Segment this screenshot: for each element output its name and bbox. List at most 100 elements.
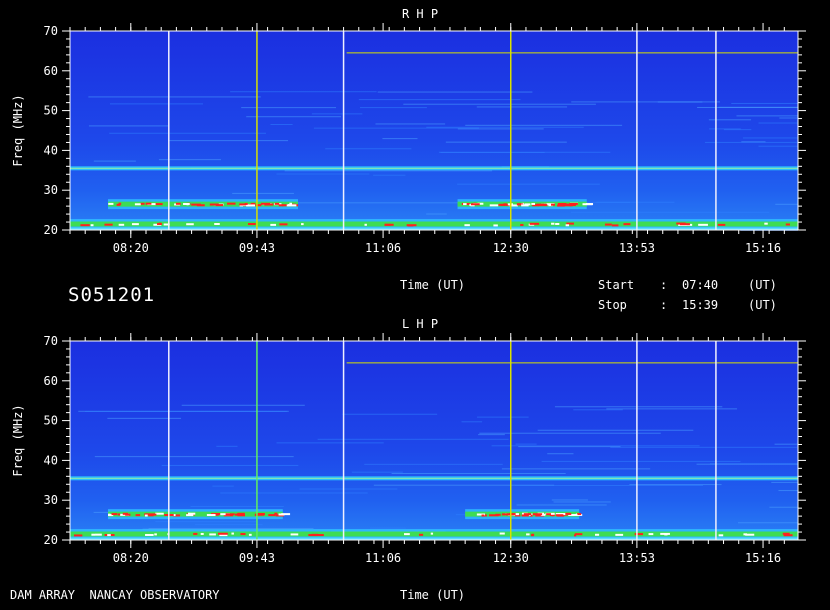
burst-pixel: [785, 223, 790, 226]
burst-pixel: [270, 223, 277, 226]
noise-streak: [358, 99, 521, 101]
spectral-band-core: [70, 477, 798, 479]
burst-pixel: [290, 533, 299, 536]
x-tick-label: 15:16: [745, 551, 781, 565]
burst-pixel: [529, 222, 540, 225]
y-tick-label: 60: [44, 64, 58, 78]
burst-pixel: [555, 222, 560, 225]
stop-colon: :: [660, 298, 668, 312]
y-tick-label: 30: [44, 493, 58, 507]
burst-pixel: [311, 533, 319, 536]
burst-pixel: [481, 514, 485, 517]
stop-label: Stop: [598, 298, 627, 312]
burst-pixel: [278, 204, 284, 207]
stop-ut-label: (UT): [748, 298, 777, 312]
noise-streak: [270, 123, 293, 125]
noise-streak: [364, 463, 503, 465]
burst-pixel: [145, 202, 152, 205]
burst-pixel: [648, 533, 654, 536]
burst-pixel: [135, 514, 141, 517]
burst-pixel: [175, 202, 181, 205]
panel-title: L H P: [402, 317, 438, 331]
burst-pixel: [248, 533, 252, 536]
noise-streak: [479, 432, 661, 434]
noise-streak: [465, 124, 623, 126]
noise-streak: [779, 117, 798, 119]
lhp-panel: 20 30 40 50 60 70 Freq (MHz) 08:20 09:43 11:06 12:…: [11, 317, 806, 565]
noise-streak: [478, 434, 505, 436]
noise-streak: [299, 488, 398, 490]
burst-pixel: [532, 513, 543, 516]
burst-pixel: [278, 513, 285, 516]
noise-streak: [373, 174, 406, 176]
x-tick-label: 15:16: [745, 241, 781, 255]
burst-pixel: [698, 223, 708, 226]
burst-pixel: [574, 533, 583, 536]
noise-streak: [737, 522, 798, 524]
noise-streak: [391, 472, 566, 474]
burst-pixel: [489, 514, 499, 517]
low-freq-edge: [70, 227, 798, 230]
noise-streak: [426, 126, 584, 128]
noise-streak: [426, 213, 447, 215]
start-label: Start: [598, 278, 635, 292]
y-tick-label: 50: [44, 414, 58, 428]
noise-streak: [514, 485, 704, 487]
burst-pixel: [404, 533, 410, 536]
noise-streak: [88, 96, 261, 98]
start-colon: :: [660, 278, 668, 292]
x-tick-label: 08:20: [113, 551, 149, 565]
noise-streak: [109, 132, 267, 134]
noise-streak: [570, 211, 770, 213]
noise-streak: [246, 116, 342, 118]
y-tick-label: 40: [44, 453, 58, 467]
start-time: 07:40: [682, 278, 719, 292]
observatory-label: DAM ARRAY NANCAY OBSERVATORY: [10, 588, 220, 602]
noise-streak: [774, 443, 798, 445]
noise-streak: [438, 151, 611, 153]
burst-pixel: [118, 202, 122, 205]
noise-streak: [375, 123, 446, 125]
burst-pixel: [186, 223, 194, 226]
burst-pixel: [218, 532, 228, 535]
x-tick-label: 12:30: [493, 241, 529, 255]
noise-streak: [194, 524, 263, 526]
burst-pixel: [237, 514, 246, 517]
y-tick-label: 60: [44, 374, 58, 388]
noise-streak: [93, 160, 136, 162]
noise-streak: [342, 413, 438, 415]
burst-pixel: [188, 512, 191, 515]
burst-pixel: [745, 533, 755, 536]
burst-pixel: [131, 223, 139, 226]
noise-streak: [284, 170, 493, 172]
noise-streak: [771, 481, 798, 483]
x-tick-label: 12:30: [493, 551, 529, 565]
noise-streak: [325, 148, 412, 150]
x-tick-label: 08:20: [113, 241, 149, 255]
y-tick-label: 20: [44, 223, 58, 237]
x-tick-label: 11:06: [365, 551, 401, 565]
burst-pixel: [154, 533, 157, 536]
burst-pixel: [551, 203, 555, 206]
burst-pixel: [206, 514, 216, 517]
burst-pixel: [523, 513, 532, 516]
x-tick-label: 13:53: [619, 551, 655, 565]
y-axis-label: Freq (MHz): [11, 94, 25, 166]
burst-pixel: [257, 513, 265, 516]
burst-pixel: [499, 532, 505, 535]
noise-streak: [181, 404, 305, 406]
noise-streak: [168, 140, 289, 142]
noise-streak: [515, 443, 537, 445]
noise-streak: [742, 137, 798, 139]
noise-streak: [230, 91, 377, 93]
burst-pixel: [196, 204, 205, 207]
burst-pixel: [247, 223, 256, 226]
burst-pixel: [531, 202, 536, 205]
burst-pixel: [520, 223, 524, 226]
x-tick-label: 09:43: [239, 551, 275, 565]
noise-streak: [461, 421, 483, 423]
noise-streak: [190, 506, 284, 508]
burst-pixel: [611, 224, 619, 227]
low-freq-edge: [70, 537, 798, 540]
time-axis-label-bottom: Time (UT): [400, 588, 466, 602]
